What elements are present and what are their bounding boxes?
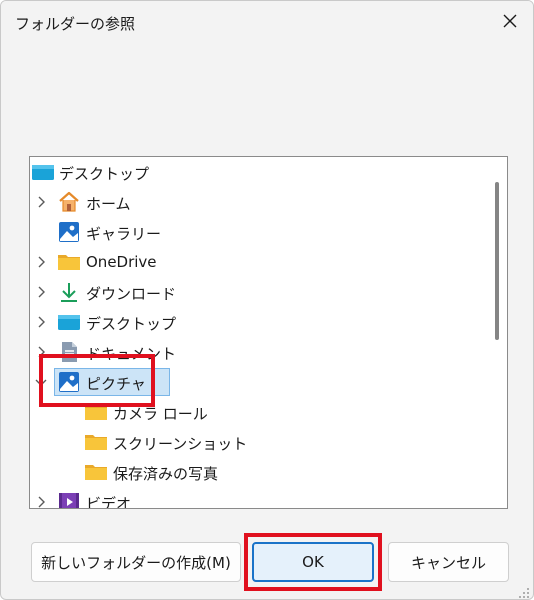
- download-icon: [57, 280, 81, 304]
- tree-item-saved-pictures[interactable]: 保存済みの写真: [30, 457, 480, 487]
- folder-tree[interactable]: デスクトップ ホーム ギャラリー OneDrive ダウンロード デスクトップ …: [29, 156, 508, 509]
- desktop-icon: [31, 160, 55, 184]
- title-bar: フォルダーの参照: [1, 1, 533, 45]
- cancel-button[interactable]: キャンセル: [388, 542, 509, 582]
- tree-item-downloads[interactable]: ダウンロード: [30, 277, 480, 307]
- annotation-highlight-ok: [244, 533, 382, 591]
- close-button[interactable]: [495, 9, 525, 37]
- tree-item-label: ホーム: [86, 195, 131, 213]
- close-icon: [502, 13, 518, 33]
- cancel-button-label: キャンセル: [410, 553, 486, 572]
- new-folder-button-label: 新しいフォルダーの作成(M): [41, 553, 231, 572]
- tree-item-label: ビデオ: [86, 495, 132, 509]
- tree-item-label: OneDrive: [86, 253, 157, 271]
- video-icon: [57, 490, 81, 508]
- tree-item-onedrive[interactable]: OneDrive: [30, 247, 480, 277]
- tree-item-gallery[interactable]: ギャラリー: [30, 217, 480, 247]
- tree-item-label: ダウンロード: [86, 285, 177, 303]
- tree-item-label: デスクトップ: [59, 165, 150, 183]
- tree-item-desktop-root[interactable]: デスクトップ: [30, 157, 480, 187]
- tree-item-label: 保存済みの写真: [113, 465, 219, 483]
- resize-grip-icon[interactable]: [518, 584, 530, 598]
- dialog-title: フォルダーの参照: [15, 15, 136, 33]
- desktop-icon: [57, 310, 81, 334]
- scrollbar-thumb[interactable]: [495, 182, 499, 340]
- folder-icon: [84, 460, 108, 484]
- tree-item-label: ギャラリー: [86, 225, 162, 243]
- tree-item-videos[interactable]: ビデオ: [30, 487, 480, 509]
- tree-item-screenshots[interactable]: スクリーンショット: [30, 427, 480, 457]
- folder-icon: [84, 430, 108, 454]
- home-icon: [57, 190, 81, 214]
- new-folder-button[interactable]: 新しいフォルダーの作成(M): [31, 542, 241, 582]
- tree-item-desktop[interactable]: デスクトップ: [30, 307, 480, 337]
- gallery-icon: [57, 220, 81, 244]
- chevron-right-icon[interactable]: [34, 315, 48, 329]
- chevron-right-icon[interactable]: [34, 495, 48, 508]
- tree-item-label: スクリーンショット: [113, 435, 248, 453]
- chevron-right-icon[interactable]: [34, 285, 48, 299]
- tree-item-label: デスクトップ: [86, 315, 177, 333]
- chevron-right-icon[interactable]: [34, 255, 48, 269]
- chevron-right-icon[interactable]: [34, 195, 48, 209]
- tree-item-home[interactable]: ホーム: [30, 187, 480, 217]
- browse-folder-dialog: フォルダーの参照 デスクトップ ホーム ギャラリー OneDrive ダウンロー…: [0, 0, 534, 600]
- annotation-highlight-pictures: [39, 354, 155, 407]
- folder-icon: [57, 250, 81, 274]
- tree-scrollbar[interactable]: [487, 157, 507, 508]
